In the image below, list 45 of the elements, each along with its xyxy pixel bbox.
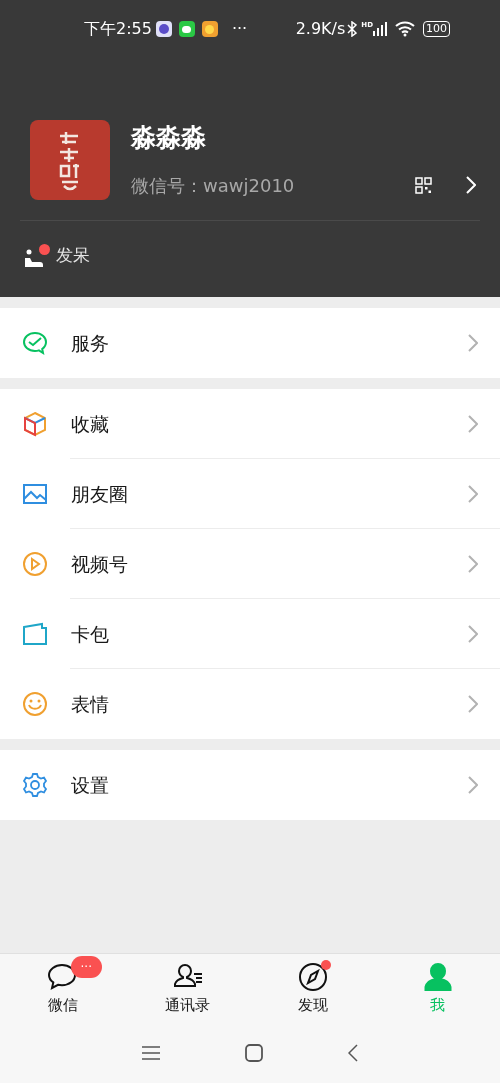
- back-icon[interactable]: [347, 1043, 358, 1062]
- chevron-icon: [468, 485, 478, 503]
- app-notification-icon: [201, 21, 218, 37]
- app-notification-icon: [155, 21, 172, 37]
- wifi-icon: [395, 21, 415, 37]
- wechat-id: 微信号：wawj2010: [131, 173, 295, 198]
- battery-indicator: 100: [423, 21, 450, 37]
- menu-icon[interactable]: [142, 1045, 161, 1060]
- chevron-icon: [468, 555, 478, 573]
- smiley-icon: [21, 690, 49, 718]
- settings-icon: [21, 771, 49, 799]
- compass-icon: [296, 962, 329, 992]
- user-name: 淼淼淼: [131, 121, 207, 154]
- status-icon[interactable]: [24, 243, 50, 268]
- chevron-icon: [468, 415, 478, 433]
- signal-icon: [373, 22, 387, 36]
- menu-item[interactable]: 收藏: [0, 389, 500, 459]
- chevron-icon: [466, 176, 476, 194]
- network-speed: 2.9K/s: [295, 18, 346, 40]
- menu-item[interactable]: 设置: [0, 750, 500, 820]
- clock: 下午2:55: [84, 18, 152, 40]
- menu-item[interactable]: 服务: [0, 308, 500, 378]
- more-notifications: ···: [231, 18, 248, 40]
- menu-item[interactable]: 视频号: [0, 529, 500, 599]
- card-icon: [21, 620, 49, 648]
- status-label: 发呆: [56, 244, 90, 267]
- bluetooth-icon: [347, 21, 358, 37]
- chevron-icon: [468, 625, 478, 643]
- chevron-icon: [468, 776, 478, 794]
- play-circle-icon: [21, 550, 49, 578]
- menu-item[interactable]: 朋友圈: [0, 459, 500, 529]
- unread-badge: ···: [70, 956, 102, 978]
- tab[interactable]: 发现: [250, 954, 375, 1022]
- tab[interactable]: 通讯录: [125, 954, 250, 1022]
- chat-bubble-icon: [46, 962, 79, 992]
- menu-item[interactable]: 表情: [0, 669, 500, 739]
- cube-icon: [21, 410, 49, 438]
- menu-item[interactable]: 卡包: [0, 599, 500, 669]
- qr-code-icon[interactable]: [415, 176, 432, 194]
- chevron-icon: [468, 334, 478, 352]
- check-bubble-icon: [21, 329, 49, 357]
- chat-notification-icon: [178, 21, 195, 37]
- tab[interactable]: ··· 微信: [0, 954, 125, 1022]
- home-icon[interactable]: [245, 1043, 263, 1062]
- chevron-icon: [468, 695, 478, 713]
